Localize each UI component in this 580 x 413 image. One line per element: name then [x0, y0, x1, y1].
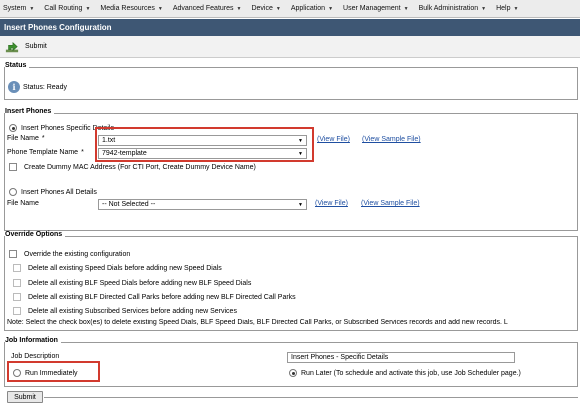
highlight-box — [7, 361, 100, 382]
all-details-radio[interactable] — [9, 188, 17, 196]
speed-dials-row[interactable]: Delete all existing Speed Dials before a… — [13, 264, 222, 272]
bottom-divider — [44, 397, 578, 398]
all-details-label: Insert Phones All Details — [21, 188, 97, 196]
menu-help-label: Help — [496, 5, 511, 12]
submit-button[interactable]: Submit — [7, 391, 43, 403]
menu-system[interactable]: System ▼ — [3, 5, 34, 12]
view-sample-file-link[interactable]: (View Sample File) — [362, 136, 421, 143]
required-mark: * — [81, 149, 84, 156]
chevron-down-icon: ▼ — [298, 202, 303, 208]
blf-parks-checkbox[interactable] — [13, 293, 21, 301]
submit-arrow-icon[interactable] — [5, 40, 19, 54]
menu-application[interactable]: Application ▼ — [291, 5, 333, 12]
menu-device-label: Device — [251, 5, 273, 12]
file-name2-label: File Name — [7, 200, 39, 207]
menu-user-management[interactable]: User Management ▼ — [343, 5, 409, 12]
page-title: Insert Phones Configuration — [0, 19, 580, 36]
status-section-title: Status — [5, 62, 30, 69]
menu-media-resources[interactable]: Media Resources ▼ — [100, 5, 162, 12]
specific-details-radio[interactable] — [9, 124, 17, 132]
view-sample-file2-link[interactable]: (View Sample File) — [361, 200, 420, 207]
file-name2-select-value: -- Not Selected -- — [102, 201, 156, 208]
blf-speed-dials-checkbox[interactable] — [13, 279, 21, 287]
blf-parks-label: Delete all existing BLF Directed Call Pa… — [28, 293, 296, 301]
file-name2-select[interactable]: -- Not Selected -- ▼ — [98, 199, 307, 210]
blf-parks-row[interactable]: Delete all existing BLF Directed Call Pa… — [13, 293, 296, 301]
chevron-down-icon: ▼ — [275, 5, 281, 12]
menu-call-routing-label: Call Routing — [44, 5, 83, 12]
job-description-value: Insert Phones - Specific Details — [291, 354, 389, 361]
chevron-down-icon: ▼ — [403, 5, 409, 12]
all-details-option[interactable]: Insert Phones All Details — [9, 188, 97, 196]
blf-speed-dials-row[interactable]: Delete all existing BLF Speed Dials befo… — [13, 279, 251, 287]
override-note-text: Note: Select the check box(es) to delete… — [7, 319, 508, 326]
menu-media-resources-label: Media Resources — [100, 5, 155, 12]
menu-call-routing[interactable]: Call Routing ▼ — [44, 5, 90, 12]
blf-speed-dials-label: Delete all existing BLF Speed Dials befo… — [28, 279, 252, 287]
menu-system-label: System — [3, 5, 27, 12]
view-file-link[interactable]: (View File) — [317, 136, 350, 143]
status-section: Status i Status: Ready — [4, 62, 578, 100]
speed-dials-label: Delete all existing Speed Dials before a… — [28, 264, 222, 272]
dummy-mac-checkbox[interactable] — [9, 163, 17, 171]
info-icon: i — [8, 81, 20, 93]
override-existing-label: Override the existing configuration — [24, 250, 131, 258]
chevron-down-icon: ▼ — [481, 5, 487, 12]
menu-bulk-administration[interactable]: Bulk Administration ▼ — [419, 5, 486, 12]
subscribed-services-checkbox[interactable] — [13, 307, 21, 315]
run-later-label: Run Later (To schedule and activate this… — [301, 369, 521, 377]
toolbar: Submit — [0, 36, 580, 58]
job-section-title: Job Information — [5, 337, 61, 344]
file-name2-row: File Name — [7, 200, 39, 207]
chevron-down-icon: ▼ — [29, 5, 35, 12]
job-description-input[interactable]: Insert Phones - Specific Details — [287, 352, 515, 363]
file-name-row: File Name * — [7, 135, 45, 142]
dummy-mac-row[interactable]: Create Dummy MAC Address (For CTI Port, … — [9, 163, 256, 171]
menu-application-label: Application — [290, 5, 326, 12]
file-name-label: File Name — [7, 135, 39, 142]
menu-device[interactable]: Device ▼ — [251, 5, 280, 12]
job-description-label: Job Description — [11, 353, 60, 360]
chevron-down-icon: ▼ — [513, 5, 519, 12]
required-mark: * — [41, 135, 45, 142]
menu-user-management-label: User Management — [343, 5, 401, 12]
menu-advanced-features[interactable]: Advanced Features ▼ — [173, 5, 242, 12]
phone-template-row: Phone Template Name * — [7, 149, 84, 156]
insert-phones-section-title: Insert Phones — [5, 108, 55, 115]
menu-help[interactable]: Help ▼ — [496, 5, 518, 12]
status-row: i Status: Ready — [8, 81, 67, 93]
run-later-radio[interactable] — [289, 369, 297, 377]
subscribed-services-label: Delete all existing Subscribed Services … — [28, 307, 237, 315]
chevron-down-icon: ▼ — [236, 5, 242, 12]
chevron-down-icon: ▼ — [157, 5, 163, 12]
phone-template-label: Phone Template Name — [7, 149, 79, 156]
status-text: Status: Ready — [23, 83, 67, 91]
toolbar-submit-label[interactable]: Submit — [25, 43, 47, 50]
override-section: Override Options Override the existing c… — [4, 231, 578, 331]
menu-bar: System ▼ Call Routing ▼ Media Resources ▼ A… — [0, 0, 580, 18]
override-section-title: Override Options — [5, 231, 66, 238]
speed-dials-checkbox[interactable] — [13, 264, 21, 272]
job-description-row: Job Description — [11, 353, 59, 360]
subscribed-services-row[interactable]: Delete all existing Subscribed Services … — [13, 307, 237, 315]
override-existing-checkbox[interactable] — [9, 250, 17, 258]
chevron-down-icon: ▼ — [328, 5, 334, 12]
menu-advanced-features-label: Advanced Features — [172, 5, 234, 12]
run-later-option[interactable]: Run Later (To schedule and activate this… — [289, 369, 521, 377]
chevron-down-icon: ▼ — [85, 5, 91, 12]
override-note: Note: Select the check box(es) to delete… — [7, 319, 577, 326]
dummy-mac-label: Create Dummy MAC Address (For CTI Port, … — [24, 163, 256, 171]
highlight-box — [95, 127, 314, 162]
menu-bulk-administration-label: Bulk Administration — [418, 5, 479, 12]
view-file2-link[interactable]: (View File) — [315, 200, 348, 207]
override-existing-row[interactable]: Override the existing configuration — [9, 250, 130, 258]
